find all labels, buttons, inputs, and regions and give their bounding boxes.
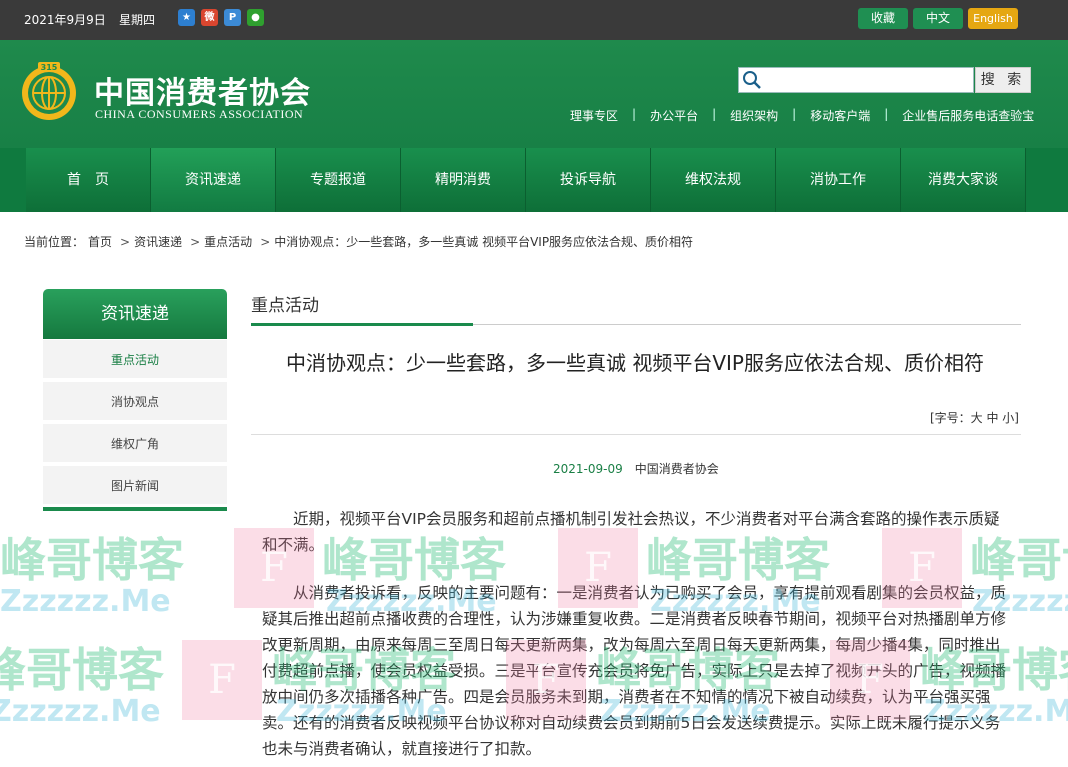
meta-divider (251, 434, 1021, 435)
breadcrumb-current: 中消协观点：少一些套路，多一些真诚 视频平台VIP服务应依法合规、质价相符 (274, 235, 694, 249)
top-bar: 2021年9月9日 星期四 ★ 微 P ● 收藏 中文 English (0, 0, 1068, 40)
weibo-icon[interactable]: 微 (201, 9, 218, 26)
tencent-weibo-icon[interactable]: P (224, 9, 241, 26)
nav-item-work[interactable]: 消协工作 (776, 148, 901, 212)
watermark-url: Zzzzzz.Me (0, 694, 161, 729)
header-links: 理事专区 | 办公平台 | 组织架构 | 移动客户端 | 企业售后服务电话查验宝 (560, 107, 1044, 124)
main-nav: 首 页 资讯速递 专题报道 精明消费 投诉导航 维权法规 消协工作 消费大家谈 (0, 148, 1068, 212)
site-logo-cn[interactable]: 中国消费者协会 (94, 68, 311, 112)
watermark-box: F (182, 640, 262, 720)
nav-item-smart-consumption[interactable]: 精明消费 (401, 148, 526, 212)
qzone-icon[interactable]: ★ (178, 9, 195, 26)
current-date: 2021年9月9日 (24, 13, 106, 27)
section-divider-accent (251, 323, 473, 326)
cca-logo-icon[interactable]: 315 (18, 60, 80, 122)
watermark-url: Zzzzzz.Me (0, 584, 171, 619)
site-header: 315 中国消费者协会 CHINA CONSUMERS ASSOCIATION … (0, 40, 1068, 148)
article-title: 中消协观点：少一些套路，多一些真诚 视频平台VIP服务应依法合规、质价相符 (286, 351, 984, 375)
nav-item-home[interactable]: 首 页 (26, 148, 151, 212)
header-link-service-check[interactable]: 企业售后服务电话查验宝 (892, 107, 1044, 124)
header-link-council[interactable]: 理事专区 (560, 107, 628, 124)
article-meta: 2021-09-09 中国消费者协会 (553, 460, 719, 477)
sidebar-item-key-activities[interactable]: 重点活动 (43, 340, 227, 380)
sidebar-item-rights[interactable]: 维权广角 (43, 424, 227, 464)
chinese-language-button[interactable]: 中文 (913, 8, 963, 29)
search-icon (743, 71, 761, 89)
search-input[interactable] (738, 67, 974, 93)
sidebar-item-photo-news[interactable]: 图片新闻 (43, 466, 227, 506)
article-source: 中国消费者协会 (634, 462, 719, 476)
breadcrumb-key-activities[interactable]: 重点活动 (204, 235, 252, 249)
nav-item-forum[interactable]: 消费大家谈 (901, 148, 1026, 212)
english-language-button[interactable]: English (968, 8, 1018, 29)
article-paragraph: 近期，视频平台VIP会员服务和超前点播机制引发社会热议，不少消费者对平台满含套路… (262, 510, 1000, 554)
site-logo-en: CHINA CONSUMERS ASSOCIATION (95, 107, 304, 121)
nav-item-laws[interactable]: 维权法规 (651, 148, 776, 212)
breadcrumb-home[interactable]: 首页 (88, 235, 112, 249)
search-button[interactable]: 搜 索 (975, 67, 1031, 93)
header-link-organization[interactable]: 组织架构 (720, 107, 788, 124)
article-date: 2021-09-09 (553, 462, 623, 476)
favorite-button[interactable]: 收藏 (858, 8, 908, 29)
breadcrumb: 当前位置： 首页 > 资讯速递 > 重点活动 > 中消协观点：少一些套路，多一些真诚 视频平台… (24, 235, 694, 249)
article-paragraph: 从消费者投诉看，反映的主要问题有：一是消费者认为已购买了会员，享有提前观看剧集的… (262, 584, 1007, 758)
sidebar-item-viewpoints[interactable]: 消协观点 (43, 382, 227, 422)
nav-item-special[interactable]: 专题报道 (276, 148, 401, 212)
nav-item-news[interactable]: 资讯速递 (151, 148, 276, 212)
breadcrumb-news[interactable]: 资讯速递 (134, 235, 182, 249)
sidebar-title: 资讯速递 (43, 289, 227, 339)
current-weekday: 星期四 (119, 13, 156, 27)
header-link-mobile[interactable]: 移动客户端 (800, 107, 880, 124)
section-title: 重点活动 (251, 296, 319, 316)
watermark-text: 峰哥博客 (0, 533, 184, 587)
breadcrumb-prefix: 当前位置： (24, 235, 85, 249)
sidebar-bottom-bar (43, 507, 227, 511)
font-size-control[interactable]: [字号：大 中 小] (930, 409, 1019, 426)
nav-item-complaint[interactable]: 投诉导航 (526, 148, 651, 212)
watermark-text: 峰哥博客 (0, 643, 164, 697)
wechat-icon[interactable]: ● (247, 9, 264, 26)
svg-text:315: 315 (41, 63, 58, 72)
header-link-office[interactable]: 办公平台 (640, 107, 708, 124)
